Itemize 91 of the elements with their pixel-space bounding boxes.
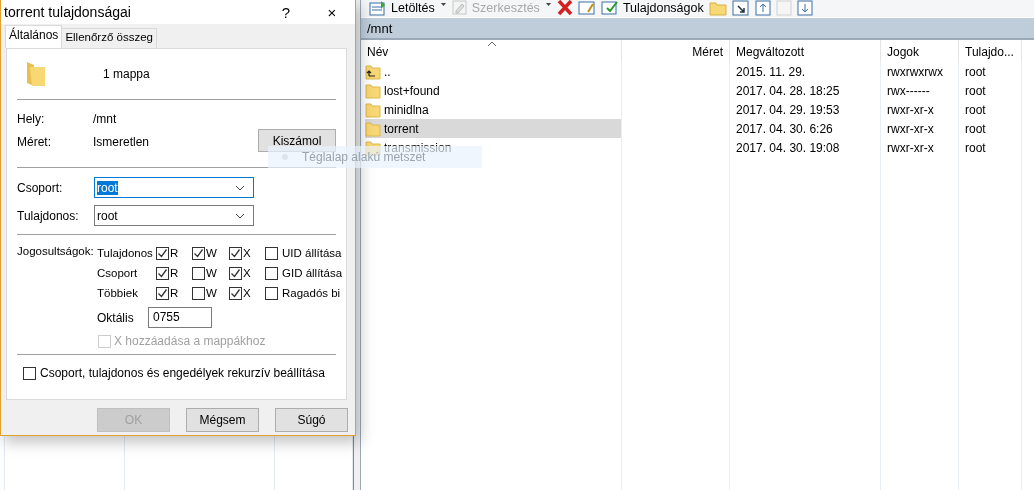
field-label: Tulajdonos: bbox=[17, 208, 80, 223]
table-cell: rwx------ bbox=[887, 83, 930, 98]
download-icon[interactable] bbox=[369, 0, 387, 16]
table-cell: 2017. 04. 28. 18:25 bbox=[736, 83, 840, 98]
table-cell: 2017. 04. 29. 19:53 bbox=[736, 102, 840, 117]
checkbox-label: X bbox=[243, 287, 251, 299]
checkbox-label: R bbox=[170, 287, 179, 299]
dialog-button[interactable]: Súgó bbox=[275, 408, 348, 432]
field-label: Oktális bbox=[97, 310, 135, 325]
table-cell: 2017. 04. 30. 6:26 bbox=[736, 121, 833, 136]
checkbox[interactable] bbox=[229, 246, 242, 260]
column-header[interactable]: Jogok bbox=[881, 40, 959, 62]
delete-icon[interactable] bbox=[556, 0, 573, 16]
permission-label: Többiek bbox=[97, 287, 139, 299]
table-cell: rwxr-xr-x bbox=[887, 140, 934, 155]
permission-label: Csoport bbox=[97, 267, 139, 279]
file-row[interactable]: .. bbox=[365, 62, 621, 81]
help-button[interactable]: ? bbox=[263, 3, 309, 21]
tab[interactable]: Ellenőrző összeg bbox=[61, 28, 157, 48]
file-row[interactable]: torrent bbox=[365, 119, 621, 138]
close-button[interactable]: × bbox=[309, 3, 355, 21]
toolbar-button[interactable]: Tulajdonságok bbox=[600, 0, 704, 16]
path-bar: /mnt bbox=[361, 18, 1034, 40]
chevron-down-icon[interactable] bbox=[235, 212, 245, 219]
checkbox-label: X bbox=[243, 267, 251, 279]
checkbox-label: X bbox=[243, 247, 251, 259]
permission-label: Tulajdonos bbox=[97, 247, 154, 259]
checkbox-label: R bbox=[170, 267, 179, 279]
item-summary: 1 mappa bbox=[103, 67, 150, 81]
checkbox[interactable] bbox=[192, 286, 205, 300]
checkbox-label: W bbox=[206, 267, 217, 279]
chevron-down-icon[interactable] bbox=[235, 184, 245, 191]
column-header[interactable]: Megváltozott bbox=[730, 40, 881, 62]
window-icon[interactable] bbox=[731, 0, 750, 16]
folder-icon bbox=[365, 101, 381, 118]
table-cell: 2015. 11. 29. bbox=[736, 64, 806, 79]
field-value: Ismeretlen bbox=[93, 135, 151, 149]
sort-caret-icon bbox=[487, 41, 497, 47]
tab[interactable]: Általános bbox=[5, 25, 63, 48]
folder-icon bbox=[26, 61, 46, 87]
table-cell: rwxrwxrwx bbox=[887, 64, 943, 79]
checkbox[interactable] bbox=[156, 266, 169, 280]
checkbox-label: Csoport, tulajdonos és engedélyek rekurzív beállítása bbox=[40, 366, 325, 380]
checkbox-label: Ragadós bi bbox=[282, 287, 341, 299]
checkbox-label: W bbox=[206, 247, 217, 259]
parent-folder-icon bbox=[365, 63, 381, 80]
column-header[interactable]: Tulajdo... bbox=[959, 40, 1022, 62]
column-header[interactable]: Méret bbox=[622, 40, 730, 62]
checkbox-label: R bbox=[170, 247, 179, 259]
table-cell: root bbox=[965, 102, 986, 117]
checkbox[interactable] bbox=[229, 286, 242, 300]
folder-icon bbox=[365, 82, 381, 99]
checkbox[interactable] bbox=[229, 266, 242, 280]
column-header[interactable]: Név bbox=[361, 40, 622, 62]
dropdown[interactable]: root bbox=[94, 205, 254, 226]
checkbox[interactable] bbox=[265, 246, 278, 260]
checkbox[interactable] bbox=[192, 266, 205, 280]
checkbox-label: UID állítása bbox=[282, 247, 342, 259]
table-cell: root bbox=[965, 121, 986, 136]
field-label: Hely: bbox=[17, 112, 46, 126]
checkbox[interactable] bbox=[23, 366, 36, 380]
checkbox-label: W bbox=[206, 287, 217, 299]
toolbar-button[interactable]: Letöltés bbox=[369, 0, 435, 16]
window-title: torrent tulajdonságai bbox=[4, 4, 132, 20]
table-cell: root bbox=[965, 64, 986, 79]
checkbox-label: X hozzáadása a mappákhoz bbox=[114, 334, 266, 348]
octal-input[interactable]: 0755 bbox=[148, 307, 212, 328]
arrow-down-icon[interactable] bbox=[796, 0, 813, 16]
field-label: Csoport: bbox=[17, 180, 64, 195]
folder-icon bbox=[365, 120, 381, 137]
table-cell: rwxr-xr-x bbox=[887, 102, 934, 117]
table-cell: 2017. 04. 30. 19:08 bbox=[736, 140, 840, 155]
dropdown[interactable]: root bbox=[94, 177, 254, 198]
file-row[interactable]: lost+found bbox=[365, 81, 621, 100]
permissions-label: Jogosultságok: bbox=[17, 244, 95, 257]
table-cell: rwxr-xr-x bbox=[887, 121, 934, 136]
checkbox-label: GID állítása bbox=[282, 267, 343, 279]
dialog-button[interactable]: Mégsem bbox=[186, 408, 259, 432]
checkbox[interactable] bbox=[192, 246, 205, 260]
table-cell: root bbox=[965, 83, 986, 98]
checkbox[interactable] bbox=[156, 286, 169, 300]
rename-icon[interactable] bbox=[577, 0, 596, 16]
file-row[interactable]: minidlna bbox=[365, 100, 621, 119]
checkbox[interactable] bbox=[265, 266, 278, 280]
field-value: /mnt bbox=[93, 112, 118, 126]
field-label: Méret: bbox=[17, 135, 52, 149]
checkbox[interactable] bbox=[265, 286, 278, 300]
table-cell: root bbox=[965, 140, 986, 155]
checkbox[interactable] bbox=[156, 246, 169, 260]
properties-icon[interactable] bbox=[600, 0, 619, 16]
arrow-up-icon[interactable] bbox=[754, 0, 771, 16]
